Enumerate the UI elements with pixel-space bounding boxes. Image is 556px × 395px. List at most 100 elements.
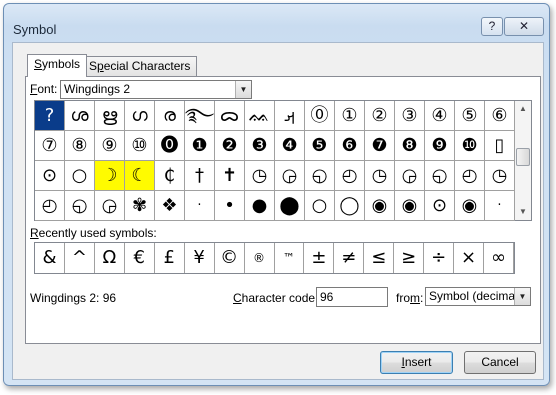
symbol-cell[interactable]: ☾ [125, 161, 155, 191]
symbol-cell[interactable]: ⑥ [485, 101, 515, 131]
symbol-cell[interactable]: ◷ [245, 161, 275, 191]
symbol-cell[interactable]: ࿐ [185, 101, 215, 131]
scroll-up-arrow-icon[interactable]: ▲ [515, 101, 531, 117]
symbol-grid-scrollbar[interactable]: ▲ ▼ [515, 100, 532, 221]
symbol-cell[interactable]: ❽ [395, 131, 425, 161]
close-button[interactable]: ✕ [504, 17, 544, 36]
recent-label-hotkey: R [30, 226, 39, 240]
recent-symbol-cell[interactable]: Ω [95, 243, 125, 273]
symbol-cell[interactable]: ③ [395, 101, 425, 131]
symbol-cell[interactable]: ● [245, 191, 275, 221]
symbol-cell[interactable]: ❹ [275, 131, 305, 161]
recent-symbol-cell[interactable]: ® [245, 243, 275, 273]
symbol-cell[interactable]: ❺ [305, 131, 335, 161]
symbol-cell[interactable]: ○ [65, 161, 95, 191]
chevron-down-icon[interactable]: ▼ [235, 81, 251, 98]
symbol-cell[interactable]: ⊙ [35, 161, 65, 191]
symbol-cell[interactable]: ◉ [455, 191, 485, 221]
symbol-cell[interactable]: ࡕ [275, 101, 305, 131]
symbol-cell[interactable]: ① [335, 101, 365, 131]
symbol-cell[interactable]: ⬤ [275, 191, 305, 221]
symbol-cell[interactable]: ⑤ [455, 101, 485, 131]
recent-symbol-cell[interactable]: ¥ [185, 243, 215, 273]
symbol-cell[interactable]: ഗ [125, 101, 155, 131]
help-button[interactable]: ? [481, 17, 503, 36]
symbol-cell[interactable]: ⊙ [425, 191, 455, 221]
symbol-cell[interactable]: ◵ [425, 161, 455, 191]
font-select[interactable]: Wingdings 2 ▼ [60, 80, 252, 99]
symbol-cell[interactable]: † [185, 161, 215, 191]
insert-button[interactable]: Insert [380, 351, 453, 374]
symbol-cell[interactable]: ◵ [65, 191, 95, 221]
recent-symbol-cell[interactable]: ≠ [334, 243, 365, 273]
symbol-cell[interactable]: ◯ [335, 191, 365, 221]
tab-special-characters[interactable]: Special Characters [82, 56, 198, 76]
symbol-cell[interactable]: ○ [305, 191, 335, 221]
symbol-cell[interactable]: ⑨ [95, 131, 125, 161]
tab-symbols[interactable]: Symbols [27, 54, 88, 77]
from-select[interactable]: Symbol (decimal) ▼ [425, 287, 531, 306]
font-label-text: ont: [37, 82, 58, 96]
symbol-cell[interactable]: ⓪ [305, 101, 335, 131]
symbol-cell[interactable]: ▯ [485, 131, 515, 161]
character-code-input[interactable]: 96 [316, 287, 388, 307]
recent-symbol-cell[interactable]: ∞ [484, 243, 514, 273]
symbol-cell[interactable]: ₵ [155, 161, 185, 191]
symbol-cell[interactable]: ✾ [125, 191, 155, 221]
symbol-cell[interactable]: ? [35, 101, 65, 131]
recent-symbol-cell[interactable]: ≤ [364, 243, 395, 273]
symbol-cell[interactable]: ◶ [395, 161, 425, 191]
recent-symbols-label: Recently used symbols: [30, 226, 157, 240]
symbol-cell[interactable]: ⑦ [35, 131, 65, 161]
symbol-cell[interactable]: ④ [425, 101, 455, 131]
recent-symbol-cell[interactable]: & [35, 243, 65, 273]
from-label-rest: : [420, 291, 424, 305]
symbol-cell[interactable]: ◵ [305, 161, 335, 191]
symbol-cell[interactable]: ☽ [95, 161, 125, 191]
symbol-cell[interactable]: ❷ [215, 131, 245, 161]
symbol-cell[interactable]: ❾ [425, 131, 455, 161]
symbol-cell[interactable]: ശ [65, 101, 95, 131]
from-label-hotkey: m [410, 291, 421, 305]
symbol-cell[interactable]: ❼ [365, 131, 395, 161]
symbol-cell[interactable]: ❖ [155, 191, 185, 221]
scroll-down-arrow-icon[interactable]: ▼ [515, 204, 531, 220]
symbol-cell[interactable]: ❿ [455, 131, 485, 161]
symbol-cell[interactable]: ❻ [335, 131, 365, 161]
symbol-cell[interactable]: ◷ [365, 161, 395, 191]
symbol-cell[interactable]: ◴ [35, 191, 65, 221]
recent-symbol-cell[interactable]: ± [304, 243, 335, 273]
recent-symbol-cell[interactable]: © [215, 243, 245, 273]
symbol-cell[interactable]: · [185, 191, 215, 221]
symbol-cell[interactable]: ◉ [365, 191, 395, 221]
recent-symbol-cell[interactable]: ≥ [394, 243, 425, 273]
symbol-cell[interactable]: ᨐ [245, 101, 275, 131]
symbol-cell[interactable]: ഋ [95, 101, 125, 131]
symbol-cell[interactable]: ◴ [455, 161, 485, 191]
symbol-cell[interactable]: • [215, 191, 245, 221]
symbol-cell[interactable]: ❸ [245, 131, 275, 161]
symbol-cell[interactable]: · [485, 191, 515, 221]
symbol-cell[interactable]: ◴ [335, 161, 365, 191]
symbol-cell[interactable]: ✝ [215, 161, 245, 191]
symbol-cell[interactable]: ◉ [395, 191, 425, 221]
scroll-thumb[interactable] [516, 148, 530, 166]
recent-symbol-cell[interactable]: € [125, 243, 155, 273]
symbol-cell[interactable]: ◶ [275, 161, 305, 191]
symbol-cell[interactable]: ② [365, 101, 395, 131]
symbol-cell[interactable]: ⑩ [125, 131, 155, 161]
symbol-cell[interactable]: ᯅ [215, 101, 245, 131]
recent-symbol-cell[interactable]: × [454, 243, 485, 273]
symbol-cell[interactable]: ര [155, 101, 185, 131]
chevron-down-icon[interactable]: ▼ [514, 288, 530, 305]
symbol-cell[interactable]: ◶ [95, 191, 125, 221]
recent-symbol-cell[interactable]: £ [155, 243, 185, 273]
symbol-cell[interactable]: ◷ [485, 161, 515, 191]
recent-symbol-cell[interactable]: ÷ [424, 243, 455, 273]
symbol-cell[interactable]: ⓿ [155, 131, 185, 161]
symbol-cell[interactable]: ❶ [185, 131, 215, 161]
recent-symbol-cell[interactable]: ^ [65, 243, 95, 273]
cancel-button[interactable]: Cancel [464, 351, 536, 374]
recent-symbol-cell[interactable]: ™ [275, 243, 305, 273]
symbol-cell[interactable]: ⑧ [65, 131, 95, 161]
